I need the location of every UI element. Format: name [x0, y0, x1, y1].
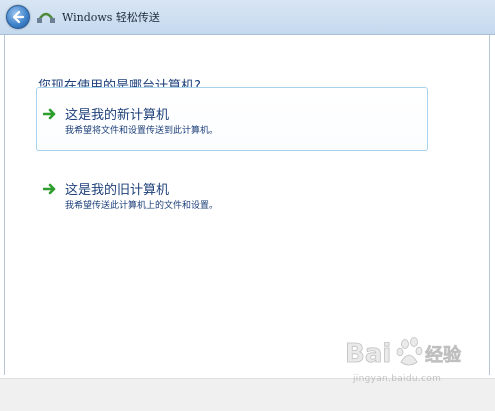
option-new-computer[interactable]: 这是我的新计算机 我希望将文件和设置传送到此计算机。 — [36, 87, 428, 151]
watermark-url: jingyan.baidu.com — [353, 374, 442, 384]
svg-text:经验: 经验 — [425, 344, 462, 366]
back-button[interactable] — [6, 5, 30, 29]
baidu-watermark: Bai 经验 jingyan.baidu.com — [345, 330, 465, 388]
option-description: 我希望将文件和设置传送到此计算机。 — [65, 126, 219, 136]
baidu-paw-logo: Bai 经验 — [345, 337, 462, 369]
option-title: 这是我的旧计算机 — [65, 183, 170, 198]
svg-text:Bai: Bai — [345, 339, 391, 369]
option-title: 这是我的新计算机 — [65, 108, 170, 123]
option-old-computer[interactable]: 这是我的旧计算机 我希望传送此计算机上的文件和设置。 — [36, 162, 428, 226]
green-arrow-icon — [43, 183, 56, 195]
transfer-cable-icon — [37, 8, 55, 24]
window-title: Windows 轻松传送 — [62, 11, 160, 24]
title-bar: Windows 轻松传送 — [0, 0, 495, 35]
back-arrow-icon — [12, 10, 25, 24]
option-description: 我希望传送此计算机上的文件和设置。 — [65, 201, 219, 211]
green-arrow-icon — [43, 108, 56, 120]
wizard-content: 您现在使用的是哪台计算机? 这是我的新计算机 我希望将文件和设置传送到此计算机。… — [4, 35, 490, 375]
